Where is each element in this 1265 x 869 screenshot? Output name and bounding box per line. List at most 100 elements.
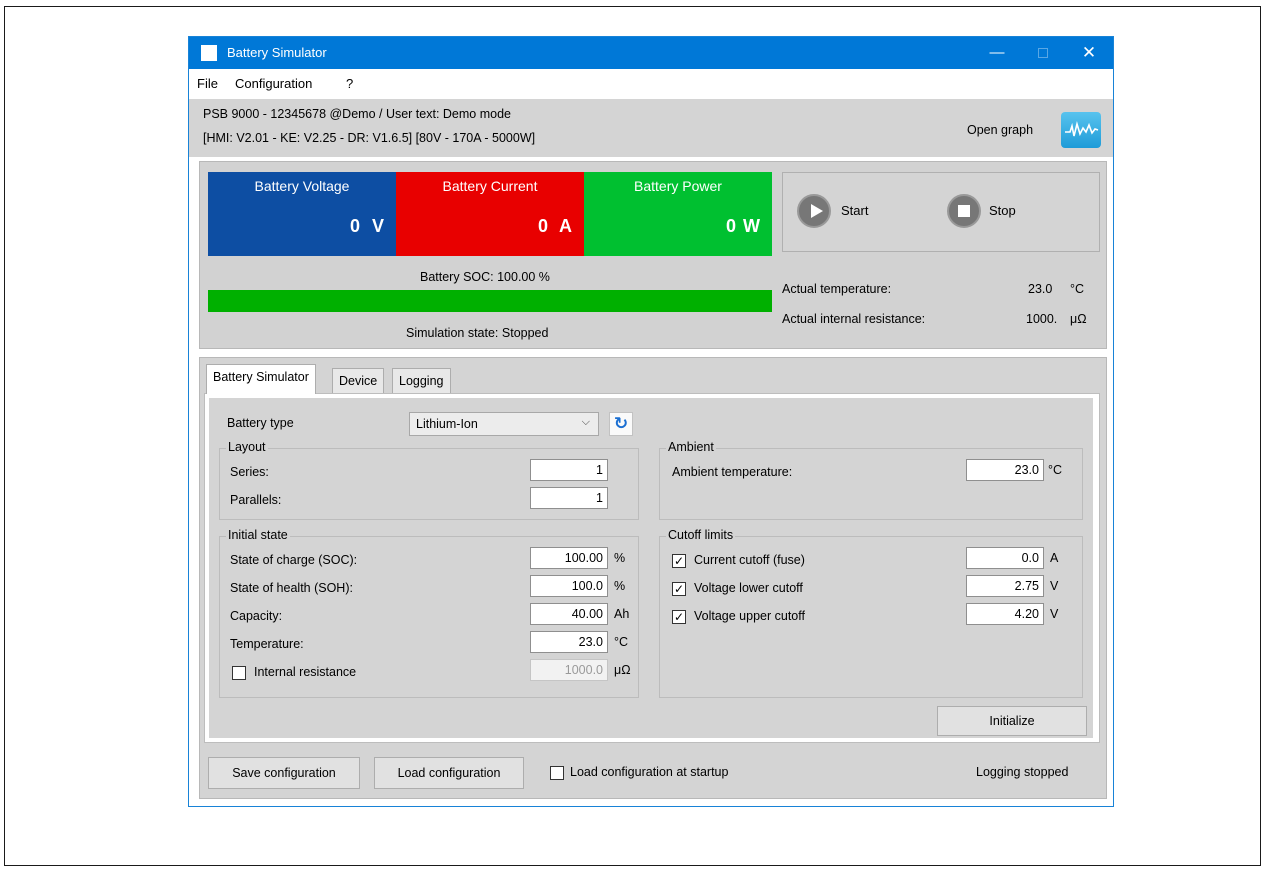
initial-temperature-input[interactable]: 23.0 xyxy=(530,631,608,653)
voltage-upper-cutoff-label: Voltage upper cutoff xyxy=(694,609,805,623)
internal-resistance-checkbox[interactable] xyxy=(232,666,246,680)
voltage-upper-cutoff-input[interactable]: 4.20 xyxy=(966,603,1044,625)
ambient-temperature-input[interactable]: 23.0 xyxy=(966,459,1044,481)
ambient-group-title: Ambient xyxy=(666,440,716,454)
current-cutoff-label: Current cutoff (fuse) xyxy=(694,553,805,567)
actual-temperature-label: Actual temperature: xyxy=(782,282,892,296)
app-icon xyxy=(201,45,217,61)
stop-icon xyxy=(958,205,970,217)
ambient-temperature-unit: °C xyxy=(1048,463,1063,477)
waveform-icon xyxy=(1065,120,1099,137)
soh-unit: % xyxy=(614,579,626,593)
internal-resistance-input[interactable]: 1000.0 xyxy=(530,659,608,681)
maximize-button[interactable] xyxy=(1020,37,1066,69)
tabs-panel: Battery Simulator Device Logging Battery… xyxy=(199,357,1107,799)
internal-resistance-label: Internal resistance xyxy=(254,665,357,679)
soh-label: State of health (SOH): xyxy=(230,581,353,595)
app-window: Battery Simulator — ✕ File Configuration… xyxy=(188,36,1114,807)
battery-power-unit: W xyxy=(743,216,760,236)
parallels-label: Parallels: xyxy=(230,493,282,507)
device-info-line-2: [HMI: V2.01 - KE: V2.25 - DR: V1.6.5] [8… xyxy=(203,131,536,145)
play-icon xyxy=(811,204,823,218)
current-cutoff-unit: A xyxy=(1050,551,1059,565)
start-label[interactable]: Start xyxy=(841,203,868,218)
soc-unit: % xyxy=(614,551,626,565)
device-info-bar: PSB 9000 - 12345678 @Demo / User text: D… xyxy=(189,99,1113,157)
title-bar: Battery Simulator — ✕ xyxy=(189,37,1113,69)
close-button[interactable]: ✕ xyxy=(1066,37,1112,69)
soc-label: State of charge (SOC): xyxy=(230,553,358,567)
voltage-upper-cutoff-checkbox[interactable]: ✓ xyxy=(672,610,686,624)
open-graph-label: Open graph xyxy=(967,123,1034,137)
voltage-lower-cutoff-input[interactable]: 2.75 xyxy=(966,575,1044,597)
cutoff-limits-group-title: Cutoff limits xyxy=(666,528,736,542)
initialize-button[interactable]: Initialize xyxy=(937,706,1087,736)
initial-state-group-title: Initial state xyxy=(226,528,290,542)
battery-simulator-pane: Battery type Lithium-Ion ⌵ ↻ Layout Seri… xyxy=(209,398,1093,738)
tab-logging[interactable]: Logging xyxy=(392,368,451,394)
capacity-input[interactable]: 40.00 xyxy=(530,603,608,625)
battery-voltage-title: Battery Voltage xyxy=(254,178,350,194)
actual-resistance-unit: μΩ xyxy=(1070,312,1087,326)
ambient-temperature-label: Ambient temperature: xyxy=(672,465,793,479)
battery-soc-bar xyxy=(208,290,772,312)
battery-type-value: Lithium-Ion xyxy=(416,417,478,431)
simulation-controls: Start Stop xyxy=(782,172,1100,252)
battery-soc-label: Battery SOC: 100.00 % xyxy=(420,270,550,284)
battery-current-value: 0 xyxy=(537,216,548,236)
battery-type-select[interactable]: Lithium-Ion ⌵ xyxy=(409,412,599,436)
internal-resistance-unit: μΩ xyxy=(614,663,631,677)
tab-device[interactable]: Device xyxy=(332,368,385,394)
series-input[interactable]: 1 xyxy=(530,459,608,481)
battery-voltage-display: Battery Voltage 0 V xyxy=(208,172,396,256)
tab-battery-simulator[interactable]: Battery Simulator xyxy=(206,364,316,394)
soc-input[interactable]: 100.00 xyxy=(530,547,608,569)
battery-power-display: Battery Power 0 W xyxy=(584,172,772,256)
cutoff-limits-group: Cutoff limits ✓ Current cutoff (fuse) 0.… xyxy=(659,528,1083,698)
menu-help[interactable]: ? xyxy=(346,76,353,91)
battery-current-display: Battery Current 0 A xyxy=(396,172,584,256)
actual-resistance-value: 1000. xyxy=(1026,312,1058,326)
initial-temperature-label: Temperature: xyxy=(230,637,304,651)
soh-input[interactable]: 100.0 xyxy=(530,575,608,597)
menu-configuration[interactable]: Configuration xyxy=(235,76,312,91)
load-at-startup-label: Load configuration at startup xyxy=(570,765,729,779)
battery-type-label: Battery type xyxy=(227,416,294,430)
minimize-button[interactable]: — xyxy=(974,37,1020,69)
actual-resistance-label: Actual internal resistance: xyxy=(782,312,926,326)
current-cutoff-checkbox[interactable]: ✓ xyxy=(672,554,686,568)
open-graph-button[interactable] xyxy=(1061,112,1101,148)
device-info-line-1: PSB 9000 - 12345678 @Demo / User text: D… xyxy=(203,107,511,121)
series-label: Series: xyxy=(230,465,269,479)
battery-current-unit: A xyxy=(559,216,572,236)
actual-temperature-unit: °C xyxy=(1070,282,1085,296)
parallels-input[interactable]: 1 xyxy=(530,487,608,509)
menu-bar: File Configuration ? xyxy=(189,69,1113,99)
capacity-label: Capacity: xyxy=(230,609,283,623)
battery-power-title: Battery Power xyxy=(634,178,722,194)
refresh-icon: ↻ xyxy=(613,414,629,433)
layout-group: Layout Series: 1 Parallels: 1 xyxy=(219,440,639,520)
load-at-startup-checkbox[interactable] xyxy=(550,766,564,780)
save-configuration-button[interactable]: Save configuration xyxy=(208,757,360,789)
battery-power-value: 0 xyxy=(725,216,736,236)
maximize-icon xyxy=(1038,48,1048,59)
stop-label[interactable]: Stop xyxy=(989,203,1016,218)
status-panel: Battery Voltage 0 V Battery Current 0 A … xyxy=(199,161,1107,349)
chevron-down-icon: ⌵ xyxy=(581,416,590,428)
battery-soc-fill xyxy=(208,290,772,312)
battery-current-title: Battery Current xyxy=(442,178,538,194)
refresh-button[interactable]: ↻ xyxy=(609,412,633,436)
battery-voltage-value: 0 xyxy=(349,216,360,236)
battery-voltage-unit: V xyxy=(371,216,384,236)
start-button[interactable] xyxy=(797,194,831,228)
voltage-lower-cutoff-unit: V xyxy=(1050,579,1059,593)
menu-file[interactable]: File xyxy=(197,76,218,91)
simulation-state: Simulation state: Stopped xyxy=(406,326,549,340)
stop-button[interactable] xyxy=(947,194,981,228)
voltage-lower-cutoff-label: Voltage lower cutoff xyxy=(694,581,803,595)
load-configuration-button[interactable]: Load configuration xyxy=(374,757,524,789)
layout-group-title: Layout xyxy=(226,440,268,454)
current-cutoff-input[interactable]: 0.0 xyxy=(966,547,1044,569)
voltage-lower-cutoff-checkbox[interactable]: ✓ xyxy=(672,582,686,596)
